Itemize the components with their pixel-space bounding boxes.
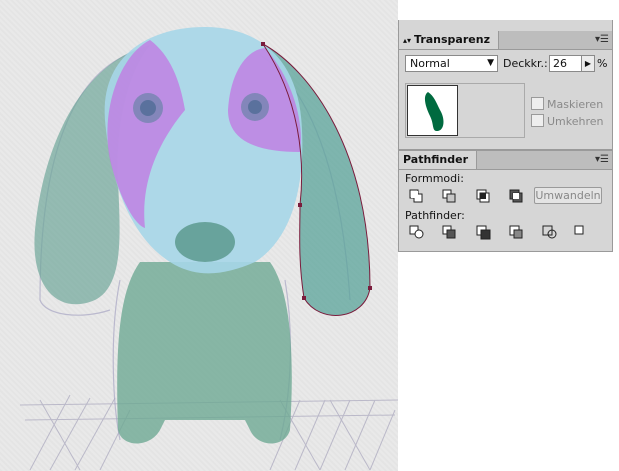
invert-label: Umkehren: [547, 115, 604, 128]
pathfinder-tabstrip: Pathfinder ▾☰: [399, 151, 612, 170]
outline-icon[interactable]: [541, 224, 559, 240]
pathfinders-label: Pathfinder:: [405, 209, 465, 222]
nose: [175, 222, 235, 262]
expand-button[interactable]: Umwandeln: [534, 187, 602, 204]
crop-icon[interactable]: [508, 224, 526, 240]
tab-pathfinder-label: Pathfinder: [403, 153, 469, 166]
invert-checkbox[interactable]: [531, 114, 544, 127]
panel-menu-icon[interactable]: ▾☰: [595, 154, 609, 165]
blend-mode-select[interactable]: Normal ▼: [405, 55, 498, 72]
trim-icon[interactable]: [441, 224, 459, 240]
unite-icon[interactable]: [408, 188, 426, 204]
opacity-unit: %: [597, 57, 608, 70]
intersect-icon[interactable]: [475, 188, 493, 204]
tab-pathfinder[interactable]: Pathfinder: [399, 151, 478, 169]
opacity-label: Deckkr.:: [503, 57, 548, 70]
artboard-canvas[interactable]: [0, 0, 398, 471]
body-shape: [117, 262, 292, 444]
tab-transparency-label: Transparenz: [414, 33, 490, 46]
shape-modes-label: Formmodi:: [405, 172, 464, 185]
expand-collapse-icon[interactable]: ▴▾: [403, 36, 411, 45]
opacity-input[interactable]: 26: [549, 55, 582, 72]
exclude-icon[interactable]: [508, 188, 526, 204]
object-thumbnail[interactable]: [407, 85, 458, 136]
leaf-shape-icon: [424, 92, 444, 132]
chevron-right-icon: ▶: [584, 59, 592, 68]
mask-checkbox-row[interactable]: Maskieren: [531, 97, 603, 111]
invert-checkbox-row[interactable]: Umkehren: [531, 114, 604, 128]
expand-button-label: Umwandeln: [535, 189, 601, 202]
opacity-value: 26: [553, 57, 567, 70]
mask-label: Maskieren: [547, 98, 604, 111]
transparency-tabstrip: ▴▾ Transparenz ▾☰: [399, 31, 612, 50]
panel-menu-icon[interactable]: ▾☰: [595, 34, 609, 45]
tab-transparency[interactable]: ▴▾ Transparenz: [399, 31, 499, 49]
mask-checkbox[interactable]: [531, 97, 544, 110]
divide-icon[interactable]: [408, 224, 426, 240]
chevron-down-icon: ▼: [487, 58, 494, 68]
minus-front-icon[interactable]: [441, 188, 459, 204]
blend-mode-value: Normal: [410, 57, 450, 70]
pathfinder-panel: Pathfinder ▾☰ Formmodi: Umwandeln Pathfi…: [398, 150, 613, 252]
minus-back-icon[interactable]: [573, 224, 591, 240]
merge-icon[interactable]: [475, 224, 493, 240]
dog-illustration: [19, 27, 398, 471]
opacity-slider-toggle[interactable]: ▶: [581, 55, 595, 72]
transparency-panel: ▴▾ Transparenz ▾☰ Normal ▼ Deckkr.: 26 ▶ …: [398, 20, 613, 150]
